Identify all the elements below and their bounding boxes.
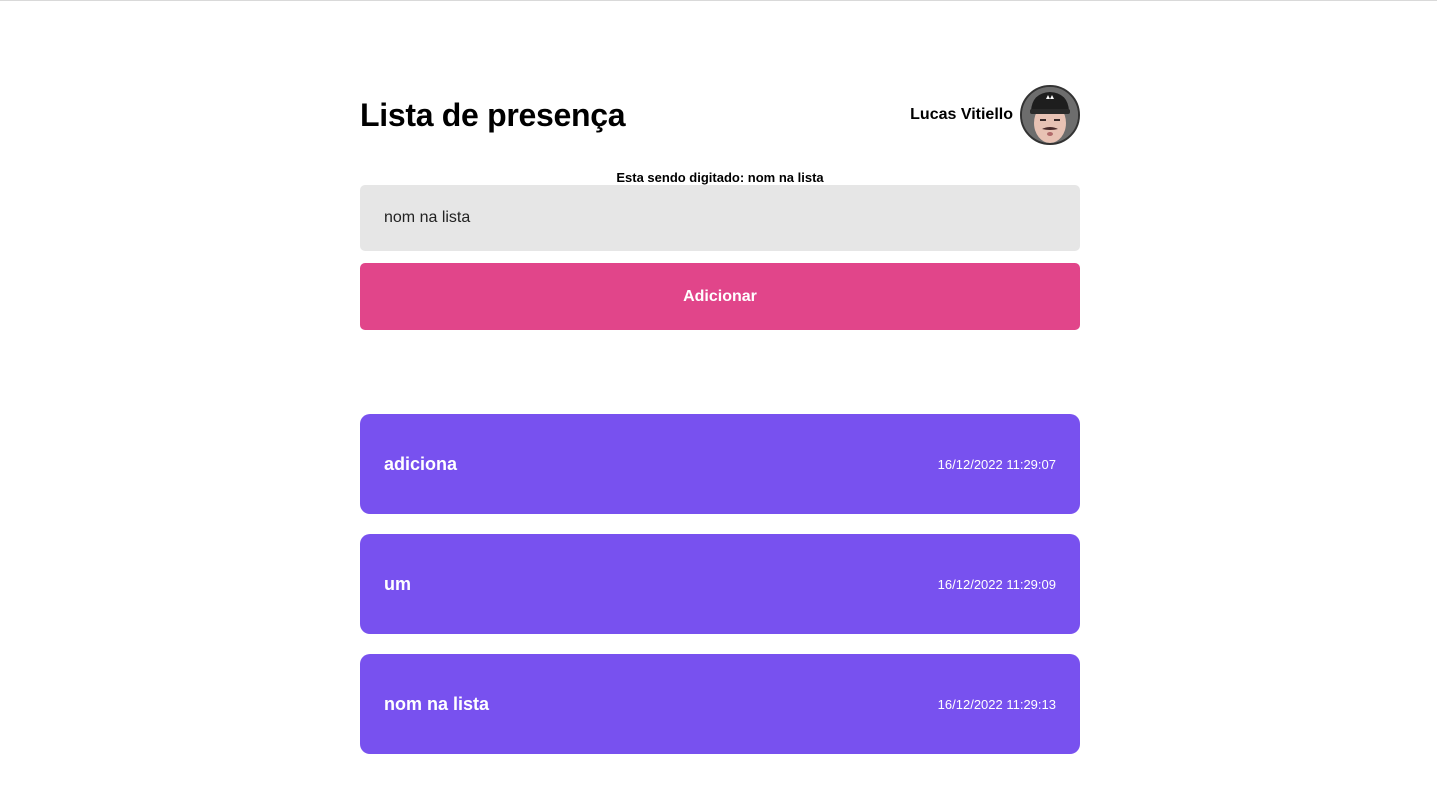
attendance-list: adiciona 16/12/2022 11:29:07 um 16/12/20… (360, 414, 1080, 754)
card-name: adiciona (384, 453, 458, 474)
add-button[interactable]: Adicionar (360, 263, 1080, 330)
page-header: Lista de presença Lucas Vitiello (360, 84, 1080, 146)
card-name: nom na lista (384, 693, 490, 714)
window-top-border (0, 0, 1437, 1)
user-name: Lucas Vitiello (910, 106, 1013, 123)
avatar-icon (1022, 87, 1078, 143)
user-info: Lucas Vitiello (910, 85, 1080, 145)
typing-indicator: Esta sendo digitado: nom na lista (616, 170, 824, 185)
card-time: 16/12/2022 11:29:13 (937, 696, 1056, 712)
main-container: Lista de presença Lucas Vitiello Esta se… (360, 84, 1080, 774)
card-name: um (384, 573, 411, 594)
attendance-card: um 16/12/2022 11:29:09 (360, 534, 1080, 634)
attendance-card: nom na lista 16/12/2022 11:29:13 (360, 654, 1080, 754)
attendance-card: adiciona 16/12/2022 11:29:07 (360, 414, 1080, 514)
card-time: 16/12/2022 11:29:07 (937, 456, 1056, 472)
card-time: 16/12/2022 11:29:09 (937, 576, 1056, 592)
name-input[interactable] (360, 185, 1080, 251)
avatar[interactable] (1020, 85, 1080, 145)
page-title: Lista de presença (360, 96, 626, 133)
